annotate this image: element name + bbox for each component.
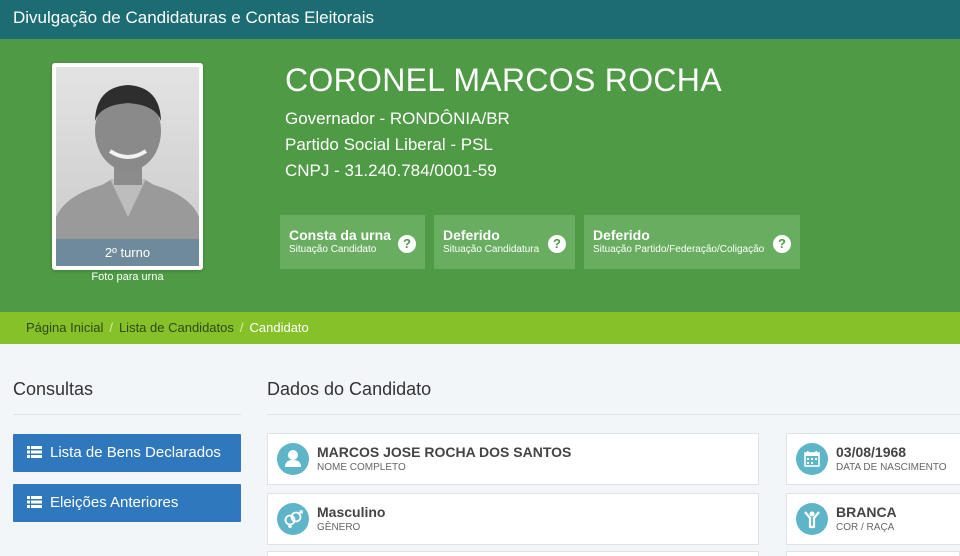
section-title: Dados do Candidato [267,379,432,399]
sidebar-title: Consultas [13,379,94,399]
candidate-photo: 2º turno [56,67,199,266]
photo-caption: Foto para urna [91,271,164,283]
candidate-name: CORONEL MARCOS ROCHA [285,62,722,98]
field-next-row [786,551,960,556]
turno-badge: 2º turno [56,239,199,266]
list-icon [27,496,42,508]
breadcrumb-candidate-list[interactable]: Lista de Candidatos [119,320,234,335]
status-title: Deferido [593,227,650,243]
question-circle-icon[interactable]: ? [398,235,416,253]
breadcrumb-current: Candidato [249,320,309,335]
previous-elections-button[interactable]: Eleições Anteriores [13,484,241,522]
person-raised-arms-icon [796,503,828,535]
status-subtitle: Situação Partido/Federação/Coligação [593,244,765,255]
breadcrumb-home[interactable]: Página Inicial [26,320,103,335]
status-candidate: Consta da urna Situação Candidato ? [280,215,425,269]
candidate-portrait-image [56,85,199,266]
field-value: Masculino [317,504,386,520]
breadcrumb-separator: / [109,320,113,335]
question-circle-icon[interactable]: ? [773,235,791,253]
candidate-cnpj: CNPJ - 31.240.784/0001-59 [285,161,497,180]
question-circle-icon[interactable]: ? [548,235,566,253]
field-value: MARCOS JOSE ROCHA DOS SANTOS [317,444,572,460]
button-label: Eleições Anteriores [50,494,179,511]
gender-icon [277,503,309,535]
status-candidacy: Deferido Situação Candidatura ? [434,215,575,269]
field-label: DATA DE NASCIMENTO [836,462,947,473]
field-full-name: MARCOS JOSE ROCHA DOS SANTOS NOME COMPLE… [267,433,759,485]
app-title-bar: Divulgação de Candidaturas e Contas Elei… [0,0,960,39]
candidate-photo-card: 2º turno [52,63,203,270]
field-race: BRANCA COR / RAÇA [786,493,960,545]
field-value: 03/08/1968 [836,444,907,460]
section-divider [267,414,960,415]
status-subtitle: Situação Candidato [289,244,377,255]
field-birth-date: 03/08/1968 DATA DE NASCIMENTO [786,433,960,485]
field-next-row [267,551,759,556]
sidebar-divider [13,414,241,415]
field-value: BRANCA [836,504,897,520]
candidate-party: Partido Social Liberal - PSL [285,135,493,154]
candidate-office: Governador - RONDÔNIA/BR [285,109,510,128]
list-icon [27,446,42,458]
status-party: Deferido Situação Partido/Federação/Coli… [584,215,800,269]
field-label: COR / RAÇA [836,522,895,533]
field-label: GÊNERO [317,522,361,533]
status-title: Consta da urna [289,227,391,243]
candidate-header: 2º turno Foto para urna CORONEL MARCOS R… [0,39,960,312]
user-icon [277,443,309,475]
declared-assets-button[interactable]: Lista de Bens Declarados [13,434,241,472]
app-title: Divulgação de Candidaturas e Contas Elei… [13,8,374,27]
breadcrumb: Página Inicial / Lista de Candidatos / Candi… [0,312,960,344]
breadcrumb-separator: / [239,320,244,335]
field-label: NOME COMPLETO [317,462,406,473]
calendar-icon [796,443,828,475]
button-label: Lista de Bens Declarados [50,444,221,461]
field-gender: Masculino GÊNERO [267,493,759,545]
